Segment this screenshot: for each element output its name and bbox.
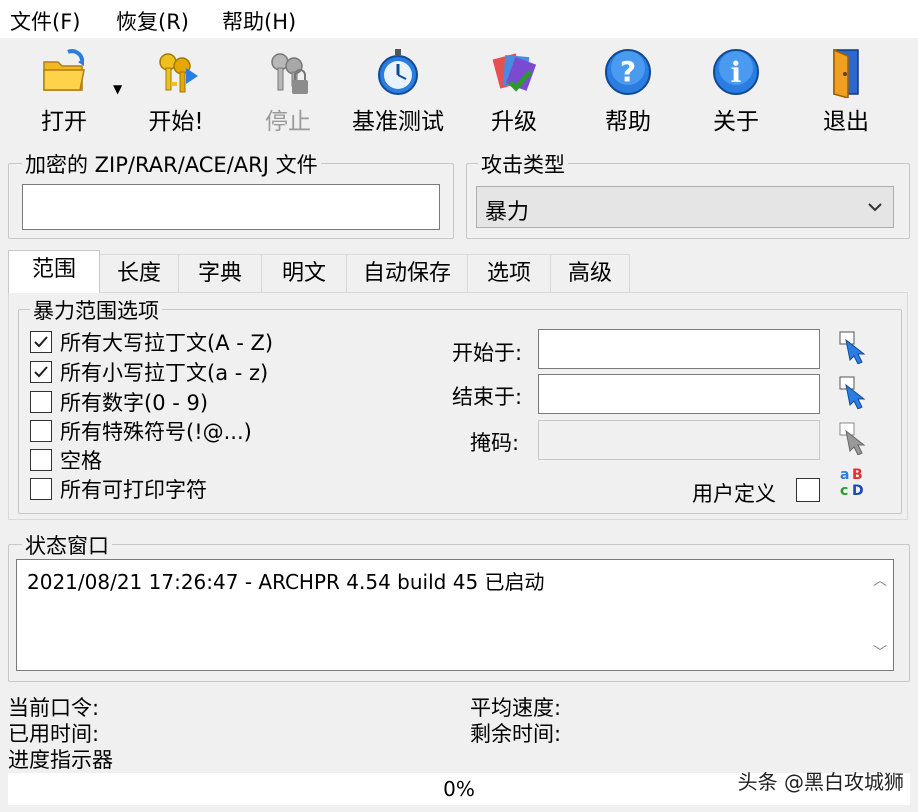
checkbox-lowercase[interactable]: 所有小写拉丁文(a - z) [30,358,268,386]
scroll-down-icon[interactable]: ﹀ [873,642,887,662]
checkbox-digits[interactable]: 所有数字(0 - 9) [30,388,208,416]
checkbox-space[interactable]: 空格 [30,446,102,474]
checkmark-icon [34,336,48,348]
attack-type-value: 暴力 [485,200,530,225]
menu-help[interactable]: 帮助(H) [222,6,296,36]
checkbox-box[interactable] [30,361,52,383]
status-window-title: 状态窗口 [22,530,112,560]
tab-advanced[interactable]: 高级 [550,254,630,292]
benchmark-button[interactable]: 基准测试 [346,46,450,136]
status-log-entry: 2021/08/21 17:26:47 - ARCHPR 4.54 build … [27,570,545,594]
exit-door-icon [833,48,859,98]
checkbox-box[interactable] [30,449,52,471]
attack-type-select[interactable]: 暴力 [476,186,894,228]
status-log[interactable]: 2021/08/21 17:26:47 - ARCHPR 4.54 build … [16,559,894,671]
scroll-up-icon[interactable]: ︿ [873,570,887,590]
about-button[interactable]: i 关于 [686,46,786,136]
help-icon: ? [605,49,651,95]
svg-text:?: ? [620,55,636,88]
svg-text:c: c [840,483,848,498]
exit-button[interactable]: 退出 [796,46,896,136]
tab-options[interactable]: 选项 [467,254,551,292]
tab-range[interactable]: 范围 [8,250,100,293]
chevron-down-icon [868,203,882,212]
stop-button: 停止 [238,46,338,136]
start-button[interactable]: 开始! [126,46,226,136]
checkbox-box[interactable] [30,331,52,353]
remaining-time-label: 剩余时间: [470,722,562,746]
checkbox-label: 空格 [60,449,102,473]
upgrade-label: 升级 [491,109,537,135]
tab-autosave[interactable]: 自动保存 [346,254,468,292]
upgrade-button[interactable]: 升级 [464,46,564,136]
tab-length[interactable]: 长度 [99,254,179,292]
checkbox-label: 所有数字(0 - 9) [60,391,209,415]
menu-file[interactable]: 文件(F) [10,6,80,36]
svg-text:D: D [852,483,864,498]
checkbox-box[interactable] [30,420,52,442]
checkbox-special[interactable]: 所有特殊符号(!@...) [30,417,252,445]
menu-bar: 文件(F) 恢复(R) 帮助(H) [0,0,918,38]
svg-text:a: a [840,467,849,483]
checkbox-label: 所有特殊符号(!@...) [60,420,252,444]
mask-input [538,420,820,460]
user-defined-label: 用户定义 [692,482,776,506]
benchmark-label: 基准测试 [352,109,444,135]
help-button[interactable]: ? 帮助 [578,46,678,136]
mask-label: 掩码: [470,431,520,455]
upgrade-icon [492,53,537,92]
toolbar: 打开 ▼ 开始! 停止 基准测试 升级 ? 帮助 i 关于 退出 [0,38,918,140]
checkmark-icon [34,366,48,378]
encrypted-file-group-title: 加密的 ZIP/RAR/ACE/ARJ 文件 [22,149,321,179]
folder-open-icon [43,49,85,91]
keys-icon [159,53,198,93]
select-arrow-icon[interactable] [838,330,872,364]
help-label: 帮助 [605,109,651,135]
end-at-input[interactable] [538,374,820,414]
end-at-label: 结束于: [452,385,523,409]
tab-dictionary[interactable]: 字典 [178,254,262,292]
range-options-group-title: 暴力范围选项 [30,295,162,325]
progress-indicator-label: 进度指示器 [8,748,113,772]
stopwatch-icon [378,49,418,95]
select-arrow-icon[interactable] [838,375,872,409]
keys-lock-icon [271,53,308,94]
open-label: 打开 [41,109,87,135]
start-from-label: 开始于: [452,341,523,365]
open-dropdown-arrow-icon[interactable]: ▼ [113,82,122,96]
exit-label: 退出 [823,109,869,135]
checkbox-box[interactable] [30,391,52,413]
svg-text:i: i [731,56,742,89]
about-label: 关于 [713,109,759,135]
menu-recover[interactable]: 恢复(R) [116,6,189,36]
checkbox-uppercase[interactable]: 所有大写拉丁文(A - Z) [30,328,273,356]
start-from-input[interactable] [538,329,820,369]
charset-icon[interactable]: a B c D [838,464,872,498]
tab-plaintext[interactable]: 明文 [261,254,347,292]
open-button[interactable]: 打开 [14,46,114,136]
select-arrow-icon [839,422,866,455]
checkbox-label: 所有小写拉丁文(a - z) [60,361,269,385]
watermark: 头条 @黑白攻城狮 [737,770,904,794]
start-label: 开始! [148,109,204,135]
svg-text:B: B [852,467,863,483]
attack-type-group-title: 攻击类型 [478,149,568,179]
checkbox-printable[interactable]: 所有可打印字符 [30,475,207,503]
stop-label: 停止 [265,109,311,135]
checkbox-label: 所有大写拉丁文(A - Z) [60,331,274,355]
checkbox-label: 所有可打印字符 [60,478,207,502]
encrypted-file-input[interactable] [22,184,440,230]
checkbox-box[interactable] [30,478,52,500]
user-defined-checkbox[interactable] [796,478,820,502]
info-icon: i [713,49,759,95]
